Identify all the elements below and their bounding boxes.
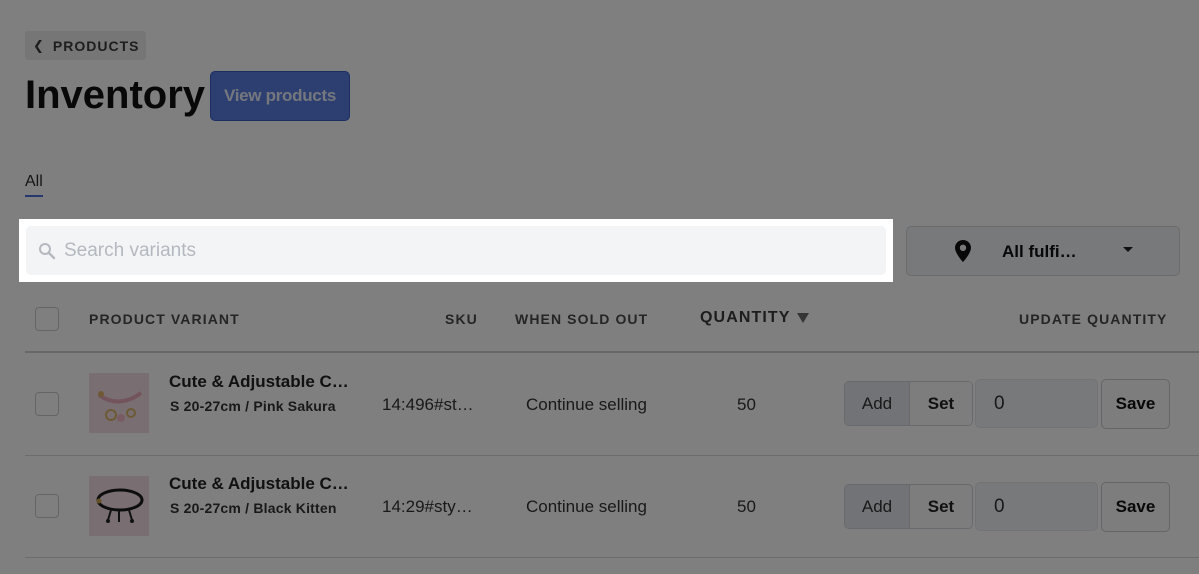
sku-value: 14:29#sty… xyxy=(382,497,473,516)
product-name[interactable]: Cute & Adjustable C… xyxy=(169,474,349,494)
table-row: Cute & Adjustable C… S 20-27cm / Black K… xyxy=(0,456,1199,558)
set-toggle-button[interactable]: Set xyxy=(910,485,972,528)
save-button[interactable]: Save xyxy=(1101,379,1170,429)
page-title: Inventory xyxy=(25,73,206,117)
add-set-toggle: Add Set xyxy=(844,381,973,426)
set-toggle-button[interactable]: Set xyxy=(910,382,972,425)
variant-name: S 20-27cm / Black Kitten xyxy=(170,500,337,516)
header-quantity-sort[interactable]: QUANTITY xyxy=(700,309,809,327)
product-thumbnail[interactable] xyxy=(89,476,149,536)
location-filter-dropdown[interactable]: All fulfi… xyxy=(906,226,1180,276)
search-field[interactable] xyxy=(26,226,886,275)
search-icon xyxy=(39,242,56,259)
add-toggle-button[interactable]: Add xyxy=(845,485,910,528)
select-all-checkbox[interactable] xyxy=(35,307,59,331)
bracelet-black-image xyxy=(89,476,149,536)
when-sold-out-value: Continue selling xyxy=(526,395,647,414)
update-quantity-input[interactable]: 0 xyxy=(975,482,1098,531)
product-thumbnail[interactable] xyxy=(89,373,149,433)
update-quantity-input[interactable]: 0 xyxy=(975,379,1098,428)
bracelet-pink-image xyxy=(89,373,149,433)
breadcrumb-label: PRODUCTS xyxy=(52,37,140,54)
row-checkbox[interactable] xyxy=(35,494,59,518)
product-name[interactable]: Cute & Adjustable C… xyxy=(169,372,349,392)
row-divider xyxy=(25,557,1199,558)
variant-name: S 20-27cm / Pink Sakura xyxy=(170,398,336,414)
search-input[interactable] xyxy=(64,239,844,262)
header-when-sold-out: WHEN SOLD OUT xyxy=(515,311,649,327)
back-to-products-link[interactable]: ❮ PRODUCTS xyxy=(25,31,146,60)
quantity-value: 50 xyxy=(737,395,756,414)
location-filter-label: All fulfi… xyxy=(1002,242,1077,261)
caret-down-icon xyxy=(1123,247,1133,252)
inventory-page: ❮ PRODUCTS Inventory View products All A… xyxy=(0,0,1199,574)
when-sold-out-value: Continue selling xyxy=(526,497,647,516)
sort-down-icon xyxy=(796,312,809,323)
tab-all[interactable]: All xyxy=(25,173,43,197)
row-checkbox[interactable] xyxy=(35,392,59,416)
header-sku: SKU xyxy=(445,311,478,327)
header-product-variant: PRODUCT VARIANT xyxy=(89,311,240,327)
add-toggle-button[interactable]: Add xyxy=(845,382,910,425)
add-set-toggle: Add Set xyxy=(844,484,973,529)
save-button[interactable]: Save xyxy=(1101,482,1170,532)
chevron-left-icon: ❮ xyxy=(33,37,45,53)
table-row: Cute & Adjustable C… S 20-27cm / Pink Sa… xyxy=(0,353,1199,455)
quantity-value: 50 xyxy=(737,497,756,516)
view-products-button[interactable]: View products xyxy=(210,71,350,121)
location-pin-icon xyxy=(955,240,971,262)
header-update-quantity: UPDATE QUANTITY xyxy=(1019,311,1168,327)
header-quantity-label: QUANTITY xyxy=(700,309,791,326)
sku-value: 14:496#st… xyxy=(382,395,474,414)
